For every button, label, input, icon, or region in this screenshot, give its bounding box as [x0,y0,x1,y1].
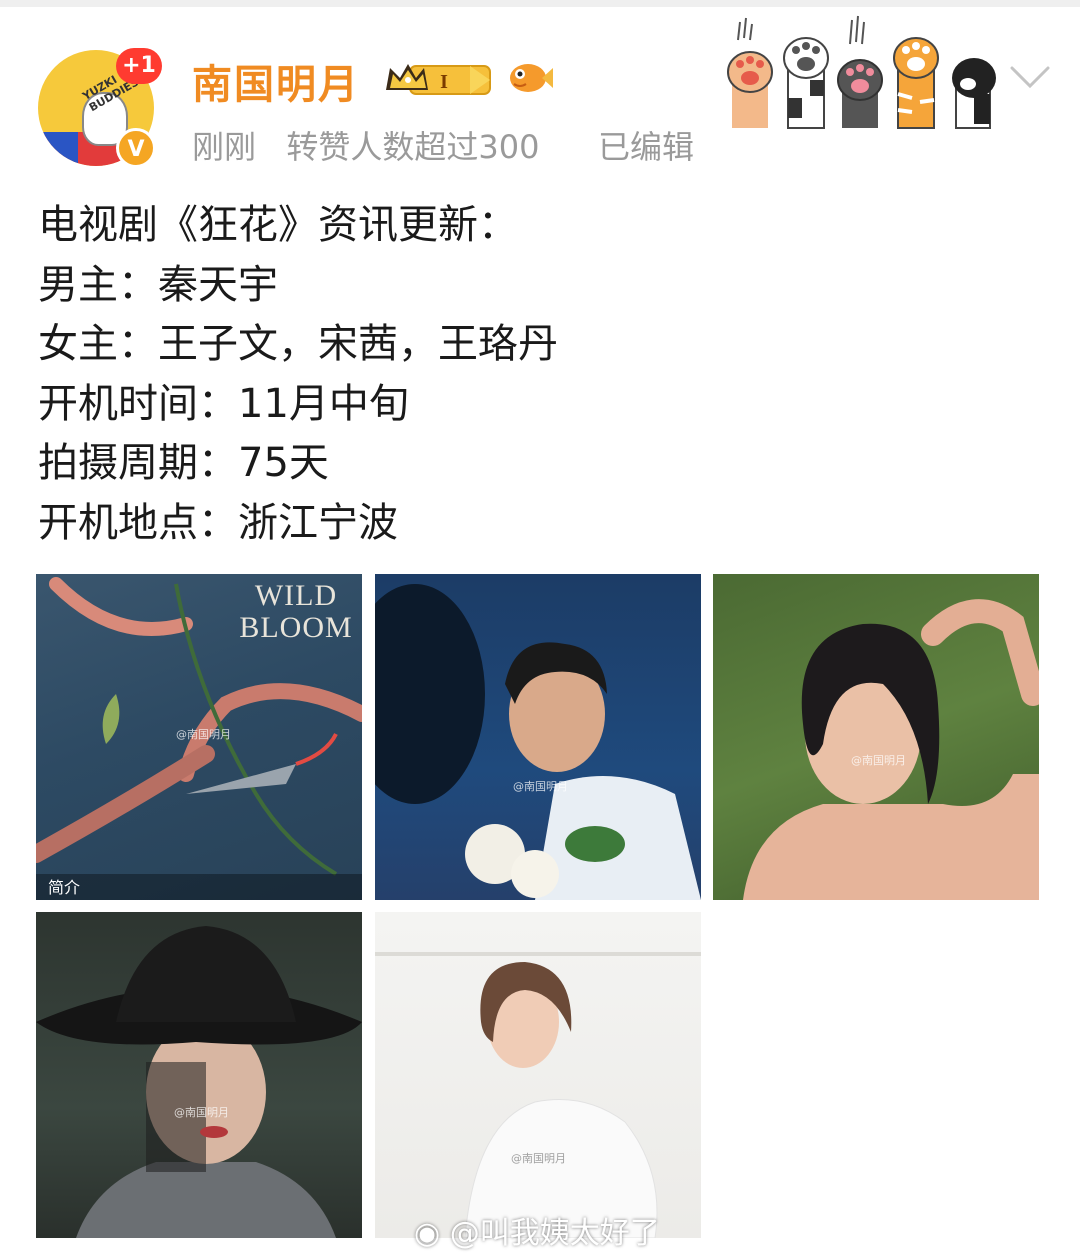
actress-photo [743,599,1039,900]
plus-badge: +1 [116,48,162,84]
chevron-down-icon[interactable] [1008,62,1052,92]
image-watermark: @南国明月 [513,780,568,793]
post-image-actor[interactable]: @南国明月 [375,574,701,900]
poster-title: WILD BLOOM [239,579,353,644]
cat-paws-icon [727,15,996,129]
image-watermark: @南国明月 [851,754,906,767]
post-meta: 刚刚 转赞人数超过300 [192,122,539,168]
actress-photo [36,926,362,1238]
image-watermark: @南国明月 [176,728,231,741]
image-watermark: @南国明月 [174,1106,229,1119]
post-line: 开机时间：11月中旬 [38,380,409,427]
username[interactable]: 南国明月 [192,52,360,110]
post-line: 男主：秦天宇 [38,261,278,308]
image-caption: 简介 [48,878,81,897]
weibo-icon: ◉ [414,1216,441,1251]
post-image-poster[interactable]: WILD BLOOM @南国明月 简介 [36,574,362,900]
edited-label[interactable]: 已编辑 [598,122,694,168]
crown-level-icon[interactable]: I [384,60,494,98]
verified-badge: V [116,128,156,168]
post-text: 电视剧《狂花》资讯更新： 男主：秦天宇 女主：王子文，宋茜，王珞丹 开机时间：1… [38,196,558,553]
post-time: 刚刚 [192,128,257,166]
post-line: 拍摄周期：75天 [38,440,329,486]
actress-photo [375,952,701,1238]
post-image-actress-3[interactable]: @南国明月 [375,912,701,1238]
post-line: 电视剧《狂花》资讯更新： [38,202,518,248]
fish-icon [510,64,553,92]
post-line: 女主：王子文，宋茜，王珞丹 [38,321,558,367]
repost-info: 转赞人数超过300 [286,128,540,166]
level-text: I [440,71,448,93]
image-watermark: @南国明月 [511,1152,566,1165]
footer-watermark: ◉ @叫我姨太好了 [414,1216,660,1251]
actor-photo [375,584,701,900]
post-line: 开机地点：浙江宁波 [38,499,398,546]
post-image-actress-1[interactable]: @南国明月 [713,574,1039,900]
top-divider [0,0,1080,7]
post-image-actress-2[interactable]: @南国明月 [36,912,362,1238]
